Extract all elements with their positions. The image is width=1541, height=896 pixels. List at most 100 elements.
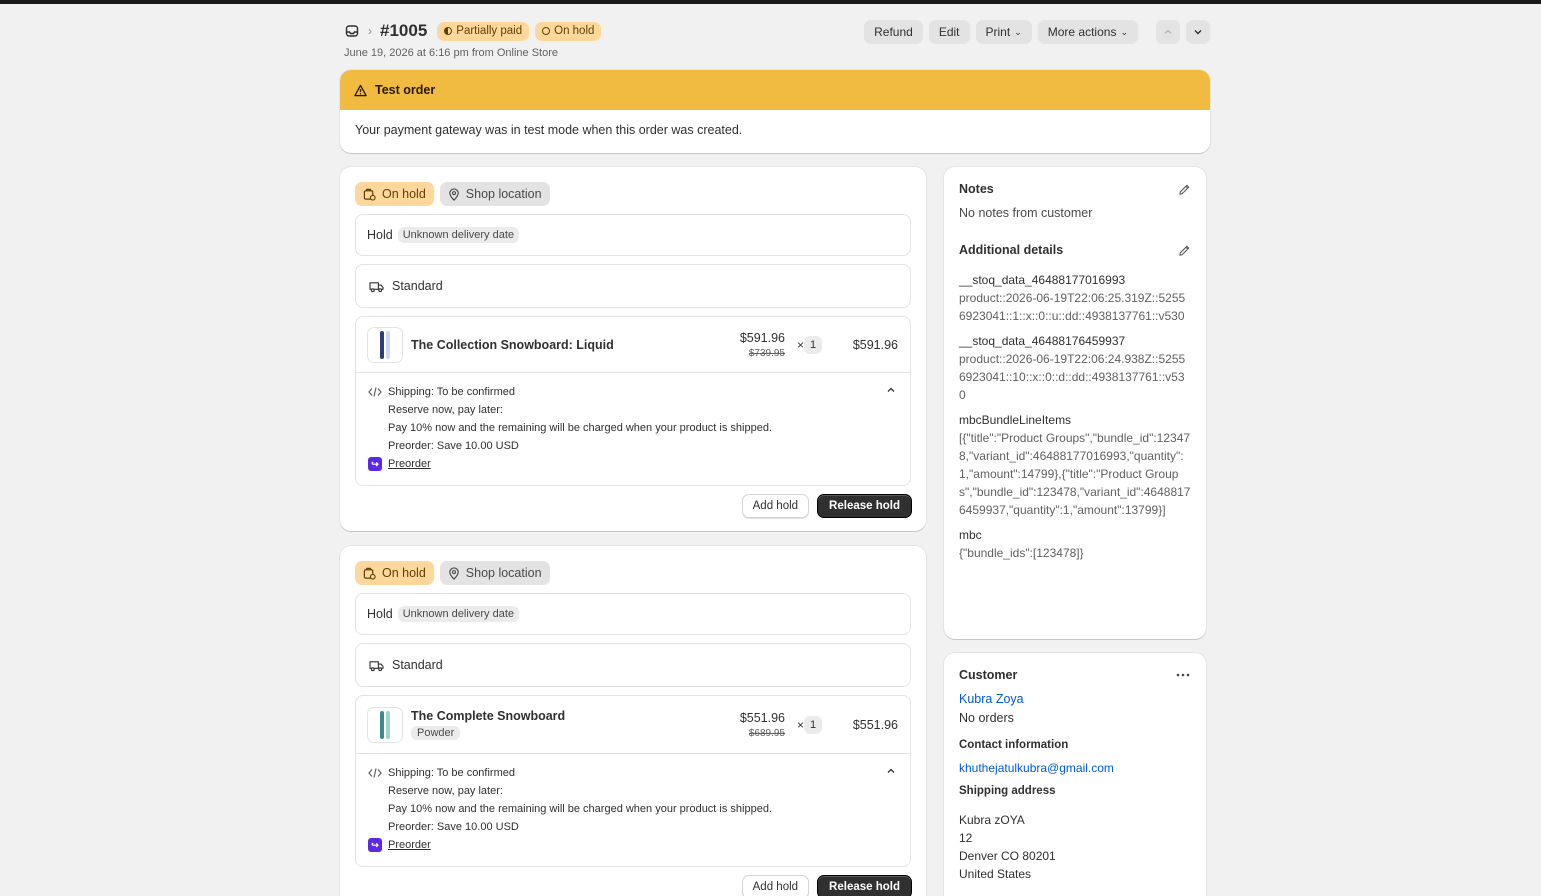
status-label: On hold: [382, 187, 426, 201]
previous-order-button[interactable]: [1156, 20, 1180, 44]
release-hold-button[interactable]: Release hold: [817, 875, 912, 896]
add-hold-button[interactable]: Add hold: [741, 875, 810, 896]
page-title: #1005: [380, 21, 428, 40]
unit-price: $591.96: [739, 330, 785, 345]
address-line: 12: [959, 831, 973, 845]
banner-body: Your payment gateway was in test mode wh…: [355, 123, 743, 137]
chevron-down-icon: [1194, 30, 1202, 35]
notes-card: Notes No notes from customer Additional …: [944, 167, 1206, 639]
property-line: Preorder: Save 10.00 USD: [388, 821, 519, 833]
property-line: Reserve now, pay later:: [388, 404, 503, 416]
contact-information-title: Contact information: [959, 739, 1069, 751]
fulfillment-status-label: On hold: [554, 25, 595, 37]
next-order-button[interactable]: [1186, 20, 1210, 44]
customer-orders: No orders: [959, 711, 1014, 725]
more-horizontal-icon[interactable]: [1175, 672, 1191, 678]
shipping-method-box: Standard: [355, 643, 911, 687]
detail-entry: mbcBundleLineItems [{"title":"Product Gr…: [959, 411, 1191, 519]
line-item-properties: Shipping: To be confirmed Reserve now, p…: [356, 754, 910, 866]
customer-card: Customer Kubra Zoya No orders Contact in…: [944, 653, 1206, 896]
chevron-up-icon: [1164, 29, 1172, 34]
order-date: June 19, 2026 at 6:16 pm from Online Sto…: [344, 47, 559, 59]
product-thumbnail[interactable]: [367, 326, 403, 363]
hold-box-icon: [363, 567, 376, 580]
on-hold-status-pill: On hold: [355, 182, 434, 206]
orders-icon[interactable]: [344, 23, 360, 39]
detail-key: mbcBundleLineItems: [959, 413, 1072, 427]
chevron-down-icon: ⌄: [1120, 26, 1128, 37]
detail-entry: __stoq_data_46488176459937 product::2026…: [959, 332, 1191, 404]
location-pin-icon: [448, 566, 459, 580]
hold-reason-box: Hold Unknown delivery date: [355, 214, 911, 256]
line-item-properties: Shipping: To be confirmed Reserve now, p…: [356, 373, 910, 485]
property-line: Pay 10% now and the remaining will be ch…: [388, 422, 773, 434]
original-price: $689.95: [748, 727, 785, 739]
customer-title: Customer: [959, 668, 1018, 682]
chevron-up-icon[interactable]: [886, 766, 896, 776]
detail-key: mbc: [959, 528, 982, 542]
shipping-method-label: Standard: [392, 279, 443, 293]
line-item: The Collection Snowboard: Liquid $591.96…: [356, 317, 910, 373]
shipping-method-box: Standard: [355, 264, 911, 308]
address-city: Denver CO 80201: [959, 849, 1056, 863]
detail-value: {"bundle_ids":[123478]}: [959, 546, 1084, 560]
payment-status-label: Partially paid: [456, 25, 523, 37]
truck-icon: [369, 281, 384, 292]
chevron-up-icon[interactable]: [886, 385, 896, 395]
line-total: $591.96: [852, 337, 898, 352]
edit-pencil-icon[interactable]: [1178, 183, 1191, 196]
refund-button[interactable]: Refund: [864, 20, 923, 44]
banner-title: Test order: [375, 83, 436, 97]
quantity-badge: 1: [804, 335, 822, 354]
hold-reason-tag: Unknown delivery date: [397, 606, 520, 622]
preorder-app-link[interactable]: ↪ Preorder: [368, 836, 898, 854]
hold-label: Hold: [367, 228, 393, 242]
notes-title: Notes: [959, 182, 994, 196]
breadcrumb-chevron-icon: ›: [368, 24, 372, 38]
print-button[interactable]: Print ⌄: [975, 20, 1032, 44]
customer-name-link[interactable]: Kubra Zoya: [959, 692, 1191, 706]
property-line: Pay 10% now and the remaining will be ch…: [388, 803, 773, 815]
multiply-sign: ×: [796, 717, 804, 732]
preorder-link-label: Preorder: [388, 839, 431, 851]
multiply-sign: ×: [796, 337, 804, 352]
edit-button[interactable]: Edit: [928, 20, 970, 44]
line-item: The Complete Snowboard Powder $551.96 $6…: [356, 696, 910, 754]
product-thumbnail[interactable]: [367, 706, 403, 743]
preorder-app-icon: ↪: [368, 457, 382, 471]
release-hold-button[interactable]: Release hold: [817, 494, 912, 518]
warning-icon: [354, 84, 367, 96]
customer-email-link[interactable]: khuthejatulkubra@gmail.com: [959, 761, 1191, 775]
detail-entry: mbc {"bundle_ids":[123478]}: [959, 526, 1191, 562]
print-label: Print: [985, 25, 1011, 39]
property-shipping: Shipping: To be confirmed: [388, 386, 515, 398]
fulfillment-card: On hold Shop location Hold Unknown deliv…: [340, 167, 926, 531]
add-hold-button[interactable]: Add hold: [741, 494, 810, 518]
address-country: United States: [959, 867, 1032, 881]
location-pill: Shop location: [439, 182, 550, 206]
address-name: Kubra zOYA: [959, 813, 1025, 827]
edit-pencil-icon[interactable]: [1178, 244, 1191, 257]
fulfillment-card: On hold Shop location Hold Unknown deliv…: [340, 546, 926, 896]
property-line: Reserve now, pay later:: [388, 785, 503, 797]
test-order-banner: Test order Your payment gateway was in t…: [340, 70, 1210, 153]
shipping-address: Kubra zOYA 12 Denver CO 80201 United Sta…: [959, 811, 1191, 883]
detail-value: product::2026-06-19T22:06:25.319Z::52556…: [959, 291, 1186, 323]
more-actions-label: More actions: [1047, 25, 1117, 39]
hold-reason-box: Hold Unknown delivery date: [355, 593, 911, 635]
hold-label: Hold: [367, 607, 393, 621]
code-icon: [368, 768, 382, 778]
more-actions-button[interactable]: More actions ⌄: [1037, 20, 1138, 44]
quantity-badge: 1: [804, 715, 822, 734]
detail-value: product::2026-06-19T22:06:24.938Z::52556…: [959, 352, 1186, 402]
preorder-app-icon: ↪: [368, 838, 382, 852]
notes-text: No notes from customer: [959, 206, 1093, 220]
location-pill: Shop location: [439, 561, 550, 585]
page-header: › #1005 Partially paid On hold June 19, …: [344, 18, 1210, 60]
line-item-box: The Complete Snowboard Powder $551.96 $6…: [355, 695, 911, 867]
property-shipping: Shipping: To be confirmed: [388, 767, 515, 779]
additional-details-title: Additional details: [959, 243, 1064, 257]
product-title[interactable]: The Complete Snowboard: [411, 709, 565, 723]
product-title[interactable]: The Collection Snowboard: Liquid: [411, 338, 614, 352]
preorder-app-link[interactable]: ↪ Preorder: [368, 455, 898, 473]
